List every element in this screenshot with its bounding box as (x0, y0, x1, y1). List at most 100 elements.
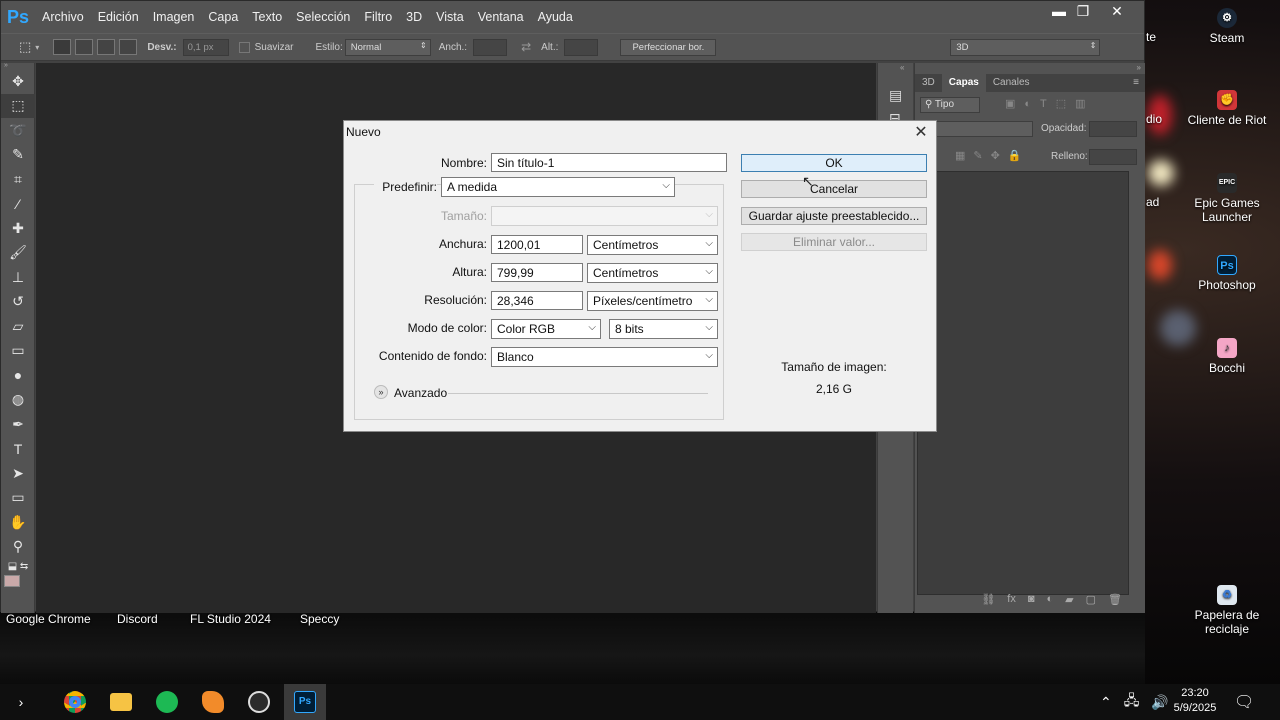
desktop-icon-recycle-bin[interactable]: ♻ Papelera de reciclaje (1182, 585, 1272, 636)
network-icon[interactable]: 🖧 (1124, 690, 1140, 714)
history-brush-tool-icon[interactable]: ↺ (1, 290, 35, 315)
refine-edge-button[interactable]: Perfeccionar bor. (620, 38, 717, 56)
show-more-chevron-icon[interactable]: › (0, 684, 42, 720)
menu-capa[interactable]: Capa (201, 10, 245, 24)
marquee-tool-icon[interactable]: ⬚ (19, 39, 31, 55)
add-selection-button[interactable] (75, 39, 94, 55)
height-unit-select[interactable]: Centímetros ⌵ (587, 263, 718, 283)
menu-vista[interactable]: Vista (429, 10, 471, 24)
close-window-button[interactable]: ✕ (1101, 1, 1133, 21)
lock-icons[interactable]: ▦✎✥🔒 (955, 149, 1030, 162)
new-selection-button[interactable] (53, 39, 72, 55)
intersect-selection-button[interactable] (119, 39, 138, 55)
dodge-tool-icon[interactable]: ◍ (1, 388, 35, 413)
collapse-dock-icon[interactable]: « (878, 63, 913, 73)
path-selection-tool-icon[interactable]: ➤ (1, 461, 35, 486)
resolution-input[interactable]: 28,346 (491, 291, 583, 310)
close-icon[interactable]: ✕ (912, 122, 930, 142)
fill-input[interactable] (1089, 149, 1137, 165)
rectangle-tool-icon[interactable]: ▭ (1, 486, 35, 511)
width-input[interactable] (473, 38, 508, 56)
taskbar-chrome[interactable] (54, 684, 96, 720)
foreground-color-swatch[interactable] (4, 575, 20, 587)
clone-stamp-tool-icon[interactable]: ⊥ (1, 265, 35, 290)
clock[interactable]: 23:20 5/9/2025 (1166, 686, 1224, 716)
link-layers-icon[interactable]: ⛓ (981, 593, 995, 611)
lasso-tool-icon[interactable]: ➰ (1, 118, 35, 143)
fx-icon[interactable]: fx (1007, 593, 1016, 611)
menu-seleccion[interactable]: Selección (289, 10, 357, 24)
taskbar-photoshop[interactable]: Ps (284, 684, 326, 720)
desktop-icon-steam[interactable]: ⚙ Steam (1182, 8, 1272, 45)
preset-select[interactable]: A medida ⌵ (441, 177, 675, 197)
tab-3d[interactable]: 3D (915, 74, 942, 92)
maximize-button[interactable]: ❐ (1067, 1, 1099, 21)
swap-icon[interactable]: ⇄ (521, 40, 531, 54)
hand-tool-icon[interactable]: ✋ (1, 510, 35, 535)
taskbar-fl-studio[interactable] (192, 684, 234, 720)
taskbar-spotify[interactable] (146, 684, 188, 720)
feather-input[interactable]: 0,1 px (182, 38, 229, 56)
taskbar-obs[interactable] (238, 684, 280, 720)
history-panel-icon[interactable]: ▤ (889, 87, 913, 104)
default-colors-icon[interactable]: ⬓ ⇆ (1, 559, 35, 573)
desktop-icon-photoshop[interactable]: Ps Photoshop (1182, 255, 1272, 292)
move-tool-icon[interactable]: ✥ (1, 69, 35, 94)
menu-ventana[interactable]: Ventana (471, 10, 531, 24)
add-mask-icon[interactable]: ◙ (1028, 593, 1035, 611)
width-unit-select[interactable]: Centímetros ⌵ (587, 235, 718, 255)
desktop-label-fl-studio[interactable]: FL Studio 2024 (190, 612, 271, 626)
tool-preset-chevron-icon[interactable]: ▾ (35, 43, 39, 52)
resolution-unit-select[interactable]: Píxeles/centímetro ⌵ (587, 291, 718, 311)
bit-depth-select[interactable]: 8 bits ⌵ (609, 319, 718, 339)
ok-button[interactable]: OK (741, 154, 927, 172)
tab-capas[interactable]: Capas (941, 74, 986, 92)
new-layer-icon[interactable]: ▢ (1086, 593, 1096, 611)
subtract-selection-button[interactable] (97, 39, 116, 55)
desktop-label-discord[interactable]: Discord (117, 612, 158, 626)
brush-tool-icon[interactable]: 🖌 (1, 241, 35, 266)
notifications-icon[interactable]: 🗨 (1234, 684, 1254, 720)
color-mode-select[interactable]: Color RGB ⌵ (491, 319, 601, 339)
menu-ayuda[interactable]: Ayuda (531, 10, 580, 24)
eraser-tool-icon[interactable]: ▱ (1, 314, 35, 339)
type-tool-icon[interactable]: T (1, 437, 35, 462)
save-preset-button[interactable]: Guardar ajuste preestablecido... (741, 207, 927, 225)
width-input[interactable]: 1200,01 (491, 235, 583, 254)
height-input[interactable] (564, 38, 599, 56)
desktop-icon-riot[interactable]: ✊ Cliente de Riot (1182, 90, 1272, 127)
show-hidden-icons-chevron-icon[interactable]: ⌃ (1100, 694, 1112, 711)
gradient-tool-icon[interactable]: ▭ (1, 339, 35, 364)
expand-advanced-icon[interactable]: » (374, 385, 388, 399)
zoom-tool-icon[interactable]: ⚲ (1, 535, 35, 560)
delete-layer-icon[interactable]: 🗑 (1108, 593, 1122, 611)
name-input[interactable]: Sin título-1 (491, 153, 727, 172)
style-select[interactable]: Normal ⇕ (344, 38, 431, 56)
healing-brush-tool-icon[interactable]: ✚ (1, 216, 35, 241)
desktop-icon-epic[interactable]: EPIC Epic Games Launcher (1182, 173, 1272, 224)
advanced-toggle-label[interactable]: Avanzado (394, 386, 447, 400)
menu-texto[interactable]: Texto (245, 10, 289, 24)
background-contents-select[interactable]: Blanco ⌵ (491, 347, 718, 367)
menu-archivo[interactable]: Archivo (35, 10, 91, 24)
blur-tool-icon[interactable]: ● (1, 363, 35, 388)
pen-tool-icon[interactable]: ✒ (1, 412, 35, 437)
new-group-icon[interactable]: ▰ (1065, 593, 1073, 611)
marquee-tool-icon[interactable]: ⬚ (1, 93, 35, 118)
desktop-label-chrome[interactable]: Google Chrome (6, 612, 91, 626)
desktop-icon-bocchi[interactable]: ♪ Bocchi (1182, 338, 1272, 375)
antialias-checkbox[interactable] (238, 41, 250, 53)
adjustment-layer-icon[interactable]: ◐ (1047, 593, 1054, 611)
quick-selection-tool-icon[interactable]: ✎ (1, 143, 35, 168)
eyedropper-tool-icon[interactable]: ⁄ (1, 192, 35, 217)
taskbar-file-explorer[interactable] (100, 684, 142, 720)
layer-filter-select[interactable]: ⚲ Tipo (920, 97, 980, 113)
crop-tool-icon[interactable]: ⌗ (1, 167, 35, 192)
desktop-label-speccy[interactable]: Speccy (300, 612, 339, 626)
collapse-panel-icon[interactable]: » (1137, 63, 1141, 72)
height-input[interactable]: 799,99 (491, 263, 583, 282)
opacity-input[interactable] (1089, 121, 1137, 137)
menu-filtro[interactable]: Filtro (357, 10, 399, 24)
layer-filter-icons[interactable]: ▣◐T⬚▥ (1005, 97, 1095, 110)
menu-edicion[interactable]: Edición (91, 10, 146, 24)
